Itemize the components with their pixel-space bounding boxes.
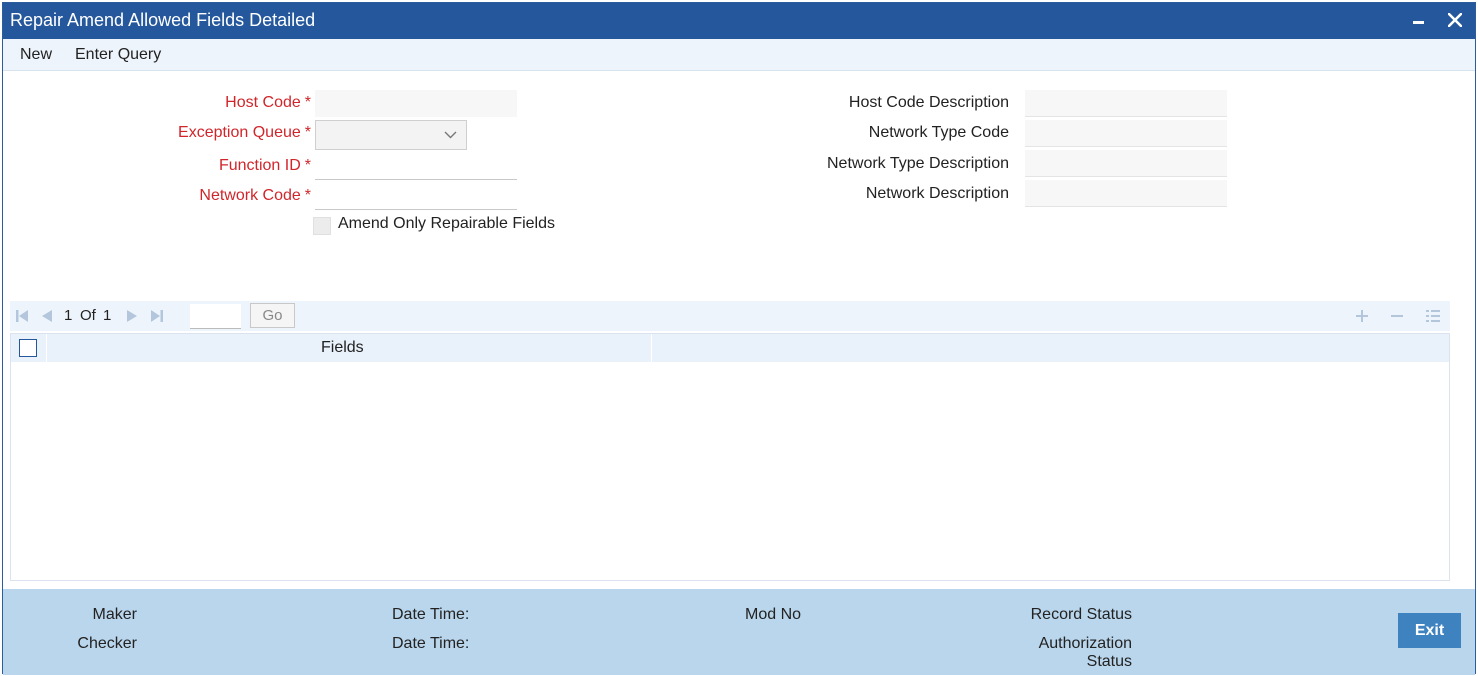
list-view-icon[interactable] xyxy=(1425,308,1441,324)
exit-button[interactable]: Exit xyxy=(1398,613,1461,648)
network-description-field xyxy=(1025,180,1227,207)
audit-footer: Maker Checker Date Time: Date Time: Mod … xyxy=(3,589,1475,675)
function-id-label-text: Function ID xyxy=(218,157,301,174)
pager-of-label: Of xyxy=(80,307,96,324)
host-code-field[interactable] xyxy=(315,90,517,117)
required-marker: * xyxy=(304,124,311,141)
new-menu-item[interactable]: New xyxy=(20,46,52,64)
network-type-description-field xyxy=(1025,150,1227,177)
next-page-icon[interactable] xyxy=(126,310,138,322)
required-marker: * xyxy=(304,94,311,111)
record-status-label: Record Status xyxy=(1030,606,1132,623)
authorization-status-label: Status xyxy=(1086,653,1132,670)
minimize-icon[interactable] xyxy=(1407,8,1431,32)
authorization-label: Authorization xyxy=(1038,635,1132,652)
repair-amend-window: Repair Amend Allowed Fields Detailed New… xyxy=(2,2,1476,675)
amend-only-repairable-checkbox[interactable] xyxy=(313,217,331,235)
exception-queue-label-text: Exception Queue xyxy=(178,124,301,141)
window-title: Repair Amend Allowed Fields Detailed xyxy=(10,10,316,30)
page-number-input[interactable] xyxy=(190,304,241,329)
maker-label: Maker xyxy=(92,606,137,623)
network-type-code-label: Network Type Code xyxy=(868,124,1009,141)
checker-label: Checker xyxy=(77,635,137,652)
close-icon[interactable] xyxy=(1443,8,1467,32)
network-type-code-field xyxy=(1025,120,1227,147)
host-code-description-field xyxy=(1025,90,1227,117)
function-id-label: Function ID * xyxy=(219,157,311,175)
required-marker: * xyxy=(304,187,311,204)
exception-queue-label: Exception Queue * xyxy=(178,124,311,142)
network-code-field[interactable] xyxy=(315,183,517,210)
go-button[interactable]: Go xyxy=(250,303,295,328)
chevron-down-icon xyxy=(444,131,457,139)
column-divider xyxy=(651,334,652,362)
maker-date-time-label: Date Time: xyxy=(392,606,470,623)
select-all-checkbox[interactable] xyxy=(19,339,37,357)
grid-toolbar: 1 Of 1 Go xyxy=(10,301,1450,331)
last-page-icon[interactable] xyxy=(151,310,163,322)
network-type-description-label: Network Type Description xyxy=(827,155,1009,172)
delete-row-icon[interactable] xyxy=(1389,308,1405,324)
host-code-label-text: Host Code xyxy=(225,94,301,111)
amend-only-repairable-label: Amend Only Repairable Fields xyxy=(338,215,555,232)
required-marker: * xyxy=(304,157,311,174)
network-code-label: Network Code * xyxy=(199,187,311,205)
host-code-description-label: Host Code Description xyxy=(848,94,1009,111)
grid-header: Fields xyxy=(11,334,1449,362)
exception-queue-select[interactable] xyxy=(315,120,467,150)
fields-column-header[interactable]: Fields xyxy=(321,339,364,357)
host-code-label: Host Code * xyxy=(225,94,311,112)
pager-current: 1 xyxy=(64,307,73,324)
column-divider xyxy=(46,334,47,362)
title-bar: Repair Amend Allowed Fields Detailed xyxy=(3,3,1475,39)
first-page-icon[interactable] xyxy=(16,310,28,322)
add-row-icon[interactable] xyxy=(1354,308,1370,324)
function-id-field[interactable] xyxy=(315,153,517,180)
mod-no-label: Mod No xyxy=(745,606,802,623)
pager-total: 1 xyxy=(103,307,112,324)
fields-grid: Fields xyxy=(10,333,1450,581)
enter-query-menu-item[interactable]: Enter Query xyxy=(75,46,161,64)
checker-date-time-label: Date Time: xyxy=(392,635,470,652)
network-description-label: Network Description xyxy=(865,185,1009,202)
menu-bar: New Enter Query xyxy=(3,39,1475,71)
network-code-label-text: Network Code xyxy=(199,187,301,204)
prev-page-icon[interactable] xyxy=(41,310,53,322)
